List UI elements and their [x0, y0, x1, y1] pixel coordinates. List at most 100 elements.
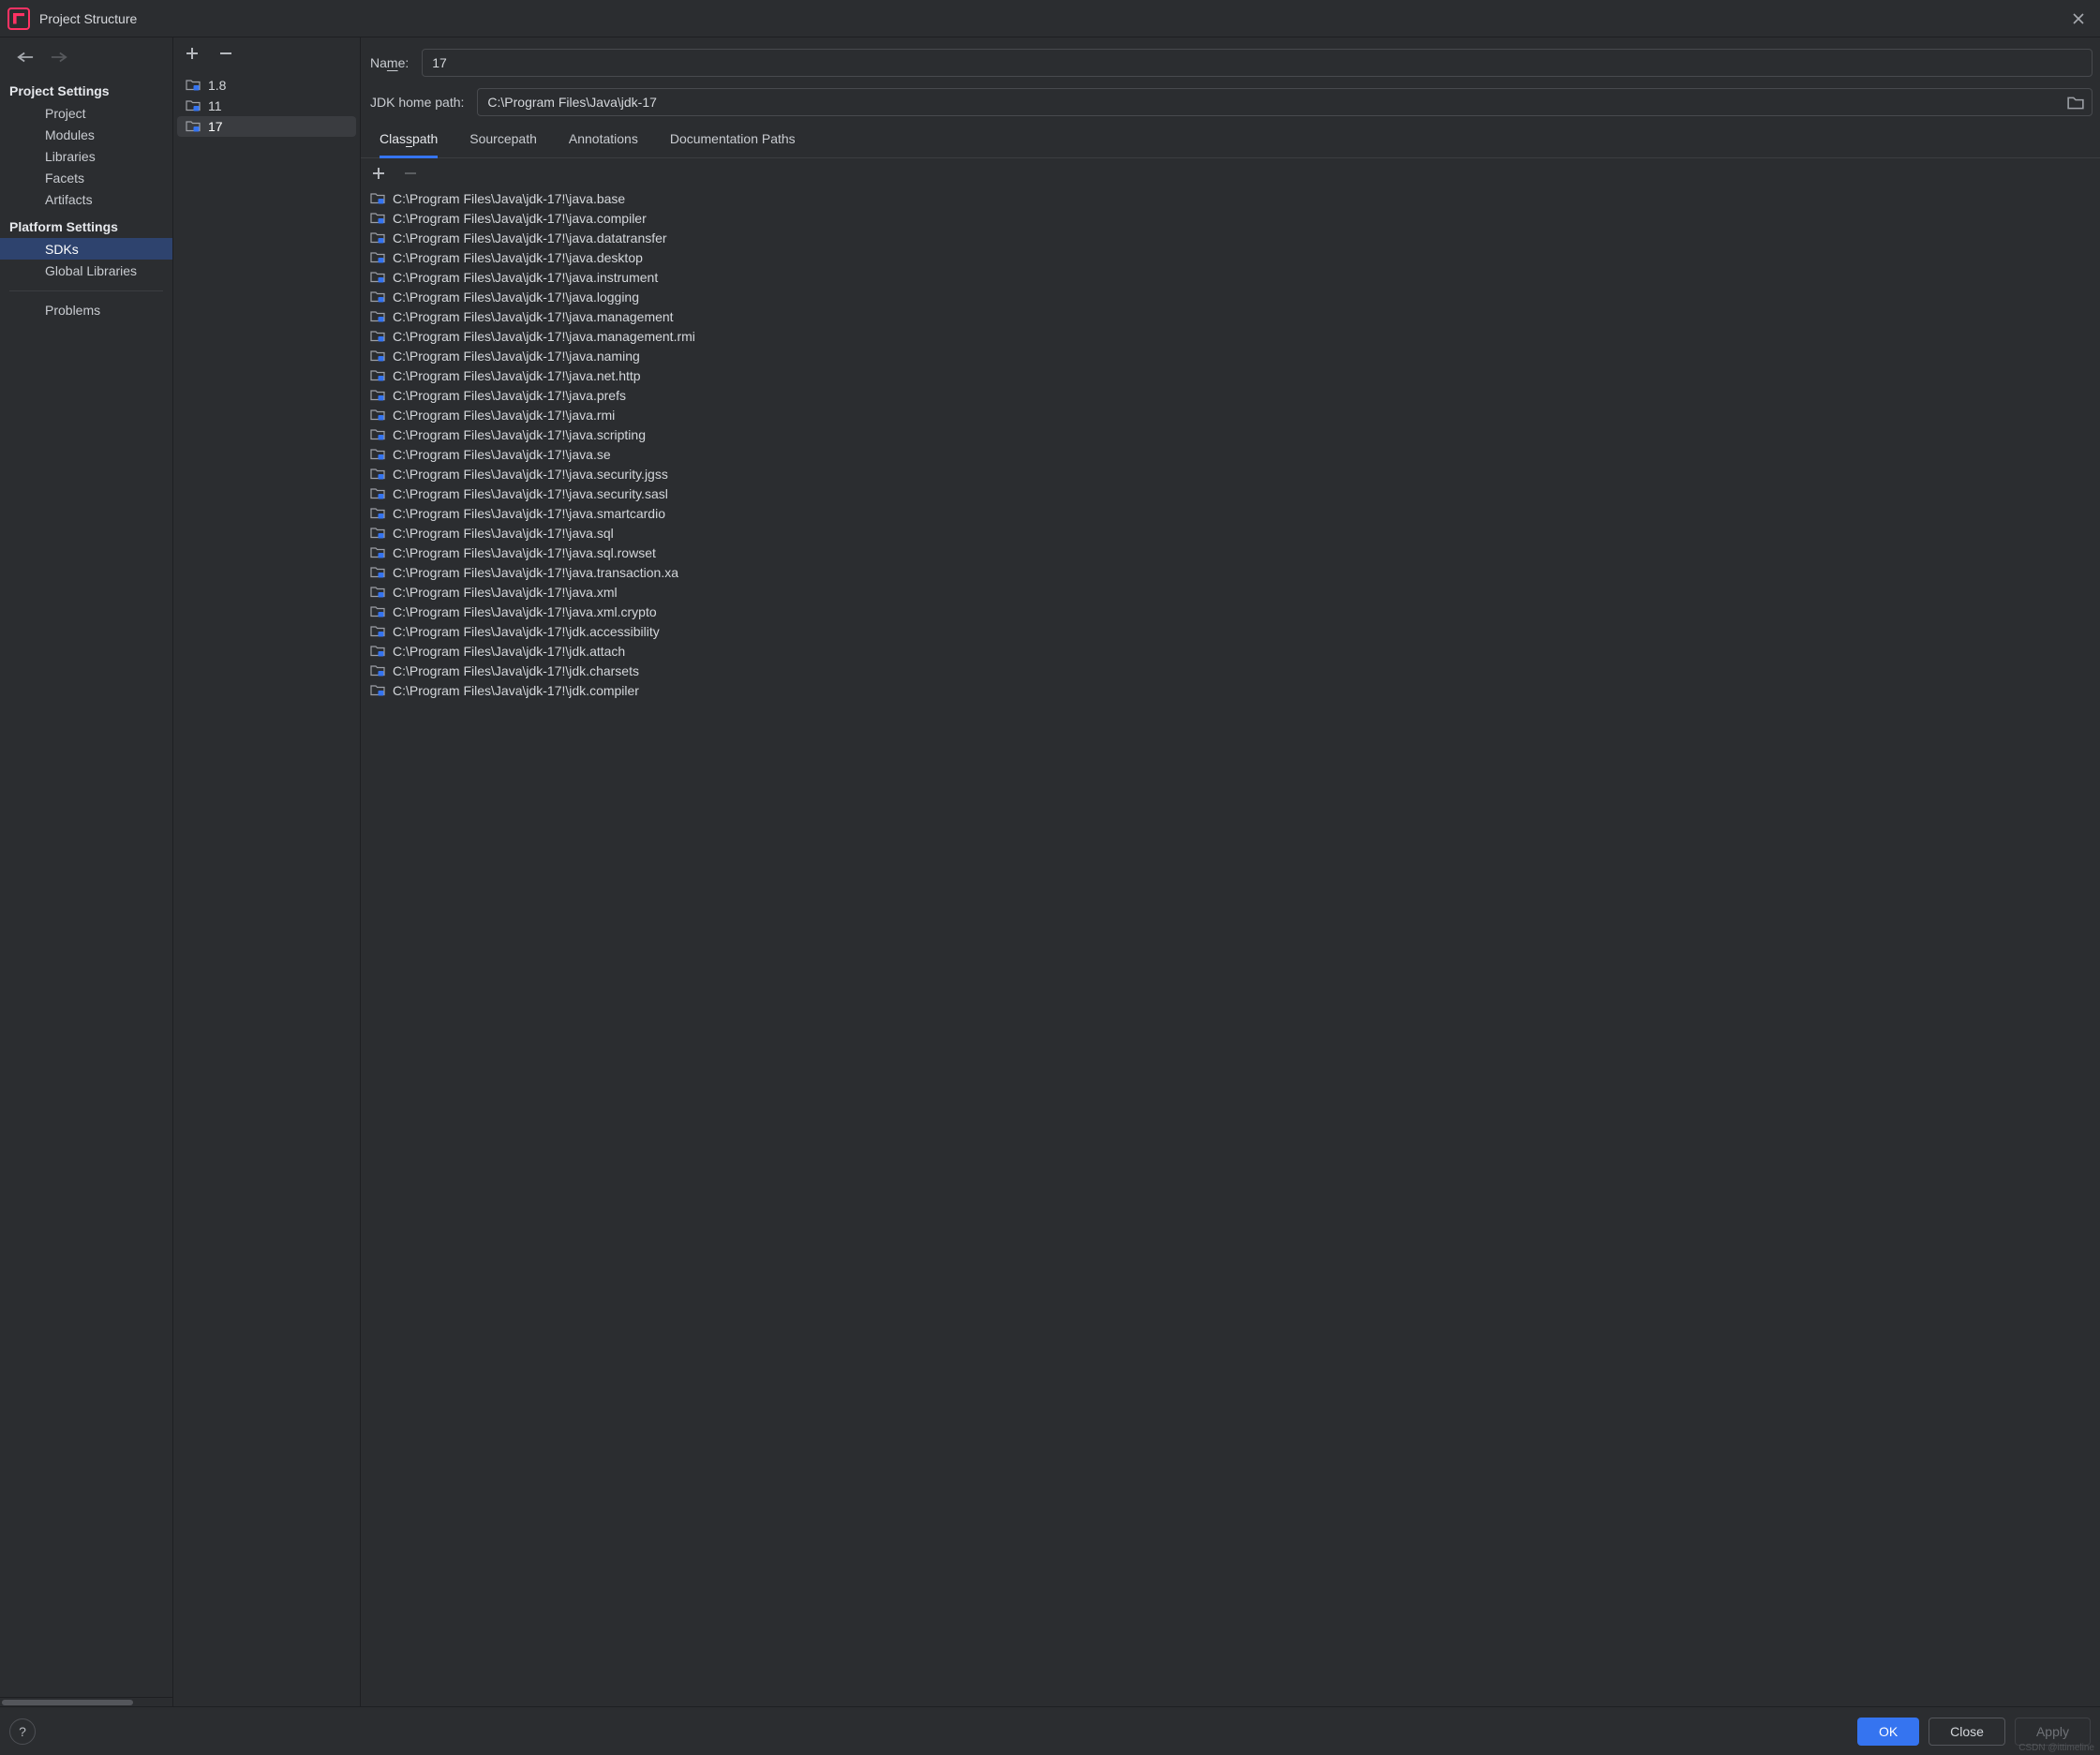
- classpath-item[interactable]: C:\Program Files\Java\jdk-17!\java.prefs: [361, 385, 2096, 405]
- sidebar-item-artifacts[interactable]: Artifacts: [0, 188, 172, 210]
- module-folder-icon: [370, 604, 385, 619]
- module-folder-icon: [370, 349, 385, 364]
- module-folder-icon: [370, 545, 385, 560]
- classpath-item-path: C:\Program Files\Java\jdk-17!\java.compi…: [393, 211, 647, 226]
- tab-sourcepath[interactable]: Sourcepath: [469, 131, 537, 157]
- classpath-item-path: C:\Program Files\Java\jdk-17!\java.datat…: [393, 231, 667, 245]
- sdk-item-label: 11: [208, 98, 222, 113]
- tab-documentation-paths[interactable]: Documentation Paths: [670, 131, 796, 157]
- remove-sdk-button[interactable]: [218, 46, 233, 64]
- remove-classpath-button: [404, 167, 417, 183]
- module-folder-icon: [370, 565, 385, 580]
- classpath-item[interactable]: C:\Program Files\Java\jdk-17!\java.sql: [361, 523, 2096, 543]
- sdk-item-1.8[interactable]: 1.8: [177, 75, 356, 96]
- classpath-item-path: C:\Program Files\Java\jdk-17!\jdk.compil…: [393, 683, 639, 698]
- classpath-item-path: C:\Program Files\Java\jdk-17!\java.trans…: [393, 565, 678, 580]
- sidebar-item-global-libraries[interactable]: Global Libraries: [0, 260, 172, 281]
- nav-back-button[interactable]: [17, 51, 34, 67]
- path-field[interactable]: C:\Program Files\Java\jdk-17: [477, 88, 2093, 116]
- module-folder-icon: [370, 250, 385, 265]
- apply-button: Apply: [2015, 1718, 2091, 1746]
- classpath-item[interactable]: C:\Program Files\Java\jdk-17!\java.sql.r…: [361, 543, 2096, 562]
- path-value: C:\Program Files\Java\jdk-17: [487, 95, 2060, 110]
- classpath-item[interactable]: C:\Program Files\Java\jdk-17!\java.smart…: [361, 503, 2096, 523]
- sdk-item-label: 17: [208, 119, 223, 134]
- folder-icon: [2067, 95, 2084, 110]
- nav-forward-button: [51, 51, 67, 67]
- module-folder-icon: [186, 119, 201, 134]
- classpath-item[interactable]: C:\Program Files\Java\jdk-17!\java.xml: [361, 582, 2096, 602]
- sidebar-item-sdks[interactable]: SDKs: [0, 238, 172, 260]
- classpath-item[interactable]: C:\Program Files\Java\jdk-17!\java.manag…: [361, 306, 2096, 326]
- module-folder-icon: [370, 329, 385, 344]
- classpath-item-path: C:\Program Files\Java\jdk-17!\java.instr…: [393, 270, 658, 285]
- module-folder-icon: [370, 191, 385, 206]
- classpath-item[interactable]: C:\Program Files\Java\jdk-17!\java.base: [361, 188, 2096, 208]
- tab-annotations[interactable]: Annotations: [569, 131, 638, 157]
- titlebar: Project Structure: [0, 0, 2100, 37]
- classpath-item-path: C:\Program Files\Java\jdk-17!\java.scrip…: [393, 427, 646, 442]
- classpath-item[interactable]: C:\Program Files\Java\jdk-17!\jdk.charse…: [361, 661, 2096, 680]
- classpath-item[interactable]: C:\Program Files\Java\jdk-17!\java.namin…: [361, 346, 2096, 365]
- scrollbar-thumb[interactable]: [2, 1700, 133, 1705]
- classpath-item[interactable]: C:\Program Files\Java\jdk-17!\java.compi…: [361, 208, 2096, 228]
- sidebar-item-project[interactable]: Project: [0, 102, 172, 124]
- sidebar-item-facets[interactable]: Facets: [0, 167, 172, 188]
- module-folder-icon: [370, 427, 385, 442]
- classpath-item[interactable]: C:\Program Files\Java\jdk-17!\jdk.compil…: [361, 680, 2096, 700]
- classpath-item[interactable]: C:\Program Files\Java\jdk-17!\java.xml.c…: [361, 602, 2096, 621]
- classpath-item[interactable]: C:\Program Files\Java\jdk-17!\java.instr…: [361, 267, 2096, 287]
- classpath-item-path: C:\Program Files\Java\jdk-17!\java.xml: [393, 585, 618, 600]
- ok-button[interactable]: OK: [1857, 1718, 1919, 1746]
- sidebar-scrollbar[interactable]: [0, 1697, 172, 1706]
- classpath-item-path: C:\Program Files\Java\jdk-17!\java.net.h…: [393, 368, 641, 383]
- footer: ? OK Close Apply: [0, 1706, 2100, 1755]
- add-classpath-button[interactable]: [372, 167, 385, 183]
- module-folder-icon: [370, 683, 385, 698]
- classpath-item[interactable]: C:\Program Files\Java\jdk-17!\java.deskt…: [361, 247, 2096, 267]
- classpath-item-path: C:\Program Files\Java\jdk-17!\jdk.charse…: [393, 663, 639, 678]
- classpath-item[interactable]: C:\Program Files\Java\jdk-17!\java.manag…: [361, 326, 2096, 346]
- window-title: Project Structure: [39, 11, 137, 26]
- name-input[interactable]: [422, 49, 2093, 77]
- sidebar-item-libraries[interactable]: Libraries: [0, 145, 172, 167]
- classpath-item[interactable]: C:\Program Files\Java\jdk-17!\java.secur…: [361, 483, 2096, 503]
- classpath-item[interactable]: C:\Program Files\Java\jdk-17!\java.net.h…: [361, 365, 2096, 385]
- browse-path-button[interactable]: [2067, 94, 2084, 111]
- classpath-item-path: C:\Program Files\Java\jdk-17!\java.manag…: [393, 309, 674, 324]
- sdk-list-pane: 1.8 11 17: [173, 37, 361, 1706]
- classpath-item-path: C:\Program Files\Java\jdk-17!\java.smart…: [393, 506, 665, 521]
- module-folder-icon: [370, 368, 385, 383]
- add-sdk-button[interactable]: [185, 46, 200, 64]
- classpath-item[interactable]: C:\Program Files\Java\jdk-17!\java.secur…: [361, 464, 2096, 483]
- sdk-item-17[interactable]: 17: [177, 116, 356, 137]
- module-folder-icon: [186, 78, 201, 93]
- classpath-list[interactable]: C:\Program Files\Java\jdk-17!\java.base C…: [361, 188, 2100, 1706]
- classpath-item-path: C:\Program Files\Java\jdk-17!\java.secur…: [393, 467, 668, 482]
- module-folder-icon: [370, 506, 385, 521]
- close-button[interactable]: Close: [1929, 1718, 2005, 1746]
- classpath-item[interactable]: C:\Program Files\Java\jdk-17!\java.datat…: [361, 228, 2096, 247]
- sidebar-item-problems[interactable]: Problems: [0, 299, 172, 320]
- classpath-item-path: C:\Program Files\Java\jdk-17!\java.rmi: [393, 408, 615, 423]
- module-folder-icon: [370, 388, 385, 403]
- help-button[interactable]: ?: [9, 1718, 36, 1745]
- classpath-toolbar: [361, 158, 2100, 188]
- module-folder-icon: [370, 290, 385, 305]
- classpath-item[interactable]: C:\Program Files\Java\jdk-17!\java.se: [361, 444, 2096, 464]
- classpath-item[interactable]: C:\Program Files\Java\jdk-17!\java.trans…: [361, 562, 2096, 582]
- classpath-item[interactable]: C:\Program Files\Java\jdk-17!\jdk.access…: [361, 621, 2096, 641]
- window-close-button[interactable]: [2066, 7, 2091, 31]
- sdk-item-label: 1.8: [208, 78, 226, 93]
- classpath-item-path: C:\Program Files\Java\jdk-17!\java.namin…: [393, 349, 640, 364]
- sdk-item-11[interactable]: 11: [177, 96, 356, 116]
- classpath-item[interactable]: C:\Program Files\Java\jdk-17!\java.scrip…: [361, 424, 2096, 444]
- module-folder-icon: [370, 486, 385, 501]
- classpath-item[interactable]: C:\Program Files\Java\jdk-17!\java.rmi: [361, 405, 2096, 424]
- tab-classpath[interactable]: Classpath: [380, 131, 438, 158]
- classpath-item[interactable]: C:\Program Files\Java\jdk-17!\jdk.attach: [361, 641, 2096, 661]
- classpath-item-path: C:\Program Files\Java\jdk-17!\java.secur…: [393, 486, 668, 501]
- classpath-item-path: C:\Program Files\Java\jdk-17!\java.manag…: [393, 329, 695, 344]
- classpath-item[interactable]: C:\Program Files\Java\jdk-17!\java.loggi…: [361, 287, 2096, 306]
- sidebar-item-modules[interactable]: Modules: [0, 124, 172, 145]
